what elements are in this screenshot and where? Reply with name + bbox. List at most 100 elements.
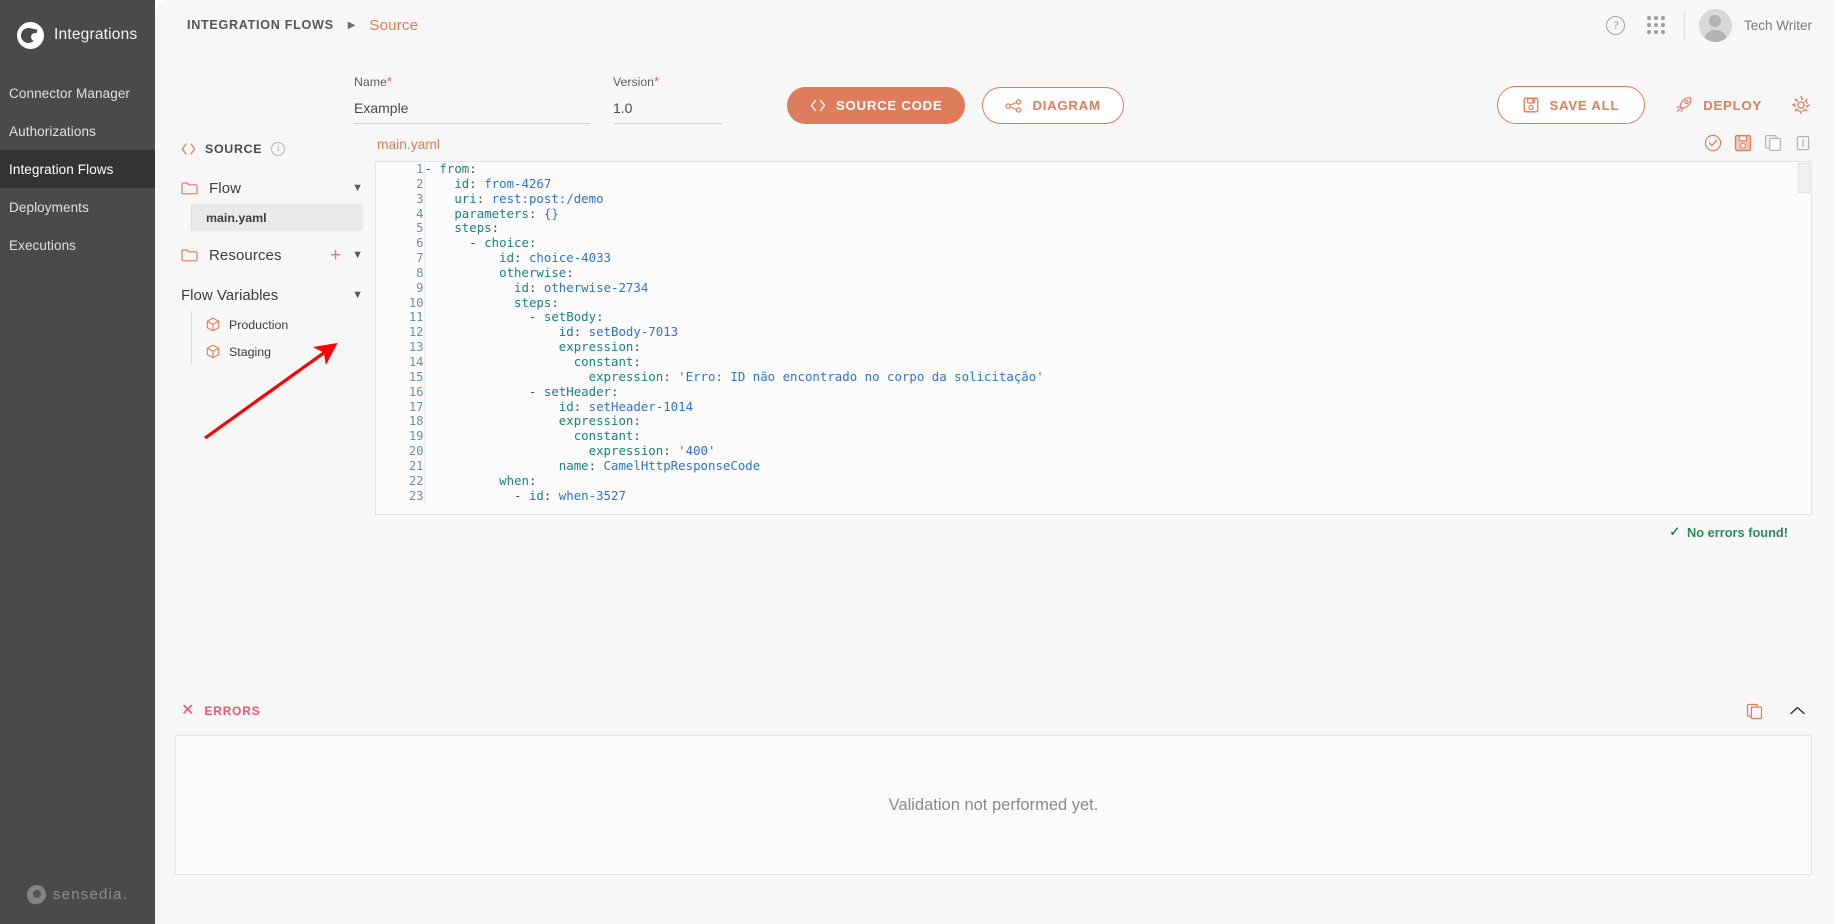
code-scroll-area[interactable]: 1- from: 2 id: from-4267 3 uri: rest:post:… <box>376 162 1811 514</box>
code-line: 14 constant: <box>376 354 1811 370</box>
source-tree-header[interactable]: SOURCE i <box>181 134 363 164</box>
code-line-content[interactable]: id: from-4267 <box>423 176 1811 192</box>
breadcrumb-source[interactable]: Source <box>369 17 418 34</box>
sidebar-item-label: Connector Manager <box>9 85 131 101</box>
add-resource-button[interactable]: + <box>330 246 341 265</box>
sensedia-footer-logo: sensedia. <box>0 883 155 906</box>
integrations-logo-icon <box>17 21 44 49</box>
topbar-divider <box>1683 11 1685 39</box>
chevron-down-icon[interactable]: ▼ <box>352 182 363 194</box>
help-circle-icon: ? <box>1606 15 1626 35</box>
delete-icon[interactable] <box>1794 134 1812 152</box>
line-number: 2 <box>416 176 424 191</box>
sidebar: Integrations Connector Manager Authoriza… <box>0 0 155 924</box>
sidebar-nav: Connector Manager Authorizations Integra… <box>0 74 155 264</box>
code-line: 8 otherwise: <box>376 265 1811 281</box>
info-circle-icon[interactable]: i <box>271 142 286 156</box>
sidebar-item-executions[interactable]: Executions <box>0 226 155 264</box>
validate-check-icon[interactable] <box>1704 134 1722 152</box>
code-line: 22 when: <box>376 473 1811 489</box>
chevron-down-icon[interactable]: ▼ <box>352 289 363 301</box>
sidebar-item-integration-flows[interactable]: Integration Flows <box>0 150 155 188</box>
code-line-content[interactable]: id: choice-4033 <box>423 250 1811 266</box>
code-editor[interactable]: 1- from: 2 id: from-4267 3 uri: rest:post:… <box>375 161 1812 515</box>
rocket-icon <box>1676 97 1692 113</box>
name-input[interactable] <box>354 100 591 124</box>
flow-variable-production[interactable]: Production <box>192 311 363 338</box>
code-line-content[interactable]: id: setHeader-1014 <box>423 399 1811 415</box>
tree-group-flow-variables-label: Flow Variables <box>181 286 279 304</box>
code-line-content[interactable]: name: CamelHttpResponseCode <box>423 458 1811 474</box>
version-label: Version* <box>613 74 723 89</box>
x-icon[interactable]: ✕ <box>181 703 194 719</box>
sidebar-item-deployments[interactable]: Deployments <box>0 188 155 226</box>
code-line-content[interactable]: parameters: {} <box>423 206 1811 222</box>
tab-diagram[interactable]: DIAGRAM <box>982 87 1124 124</box>
code-line-content[interactable]: - setBody: <box>423 310 1811 326</box>
flow-variable-staging[interactable]: Staging <box>192 338 363 365</box>
avatar[interactable] <box>1698 8 1732 42</box>
code-line-content[interactable]: expression: 'Erro: ID não encontrado no … <box>423 369 1811 385</box>
username-label[interactable]: Tech Writer <box>1744 18 1812 33</box>
errors-title: ERRORS <box>204 704 261 718</box>
tree-file-label: main.yaml <box>206 210 267 225</box>
save-all-button[interactable]: SAVE ALL <box>1496 86 1646 124</box>
tree-group-resources-label: Resources <box>209 246 282 264</box>
code-line: 23 - id: when-3527 <box>376 488 1811 504</box>
required-mark: * <box>386 74 392 89</box>
code-line-content[interactable]: constant: <box>423 428 1811 445</box>
code-line-content[interactable]: expression: '400' <box>423 443 1811 459</box>
code-line-content[interactable]: - setHeader: <box>423 384 1811 400</box>
no-errors-label: No errors found! <box>1687 524 1788 540</box>
tree-group-resources[interactable]: Resources + ▼ <box>181 239 363 271</box>
code-line-content[interactable]: constant: <box>423 354 1811 370</box>
editor-vertical-scrollbar[interactable] <box>1798 163 1810 193</box>
code-line-content[interactable]: id: otherwise-2734 <box>423 280 1811 296</box>
tree-group-flow[interactable]: Flow ▼ <box>181 172 363 204</box>
app-grid-button[interactable] <box>1636 5 1676 45</box>
cube-icon <box>206 317 220 332</box>
help-button[interactable]: ? <box>1596 5 1636 45</box>
code-line-content[interactable]: otherwise: <box>423 265 1811 281</box>
code-line-content[interactable]: - from: <box>423 162 1811 177</box>
code-line-content[interactable]: expression: <box>423 339 1811 355</box>
chevron-down-icon[interactable]: ▼ <box>352 249 363 261</box>
code-line: 12 id: setBody-7013 <box>376 324 1811 341</box>
code-line-content[interactable]: expression: <box>423 413 1811 430</box>
code-line-content[interactable]: steps: <box>423 295 1811 311</box>
breadcrumb-integration-flows[interactable]: INTEGRATION FLOWS <box>187 18 334 32</box>
code-line: 4 parameters: {} <box>376 206 1811 222</box>
code-line: 11 - setBody: <box>376 310 1811 326</box>
code-line-content[interactable]: steps: <box>423 220 1811 237</box>
topbar-actions: ? Tech Writer <box>1596 5 1812 45</box>
code-line-content[interactable]: - choice: <box>423 235 1811 252</box>
code-line: 7 id: choice-4033 <box>376 250 1811 266</box>
deploy-button[interactable]: DEPLOY <box>1661 86 1776 124</box>
sidebar-item-authorizations[interactable]: Authorizations <box>0 112 155 150</box>
brand[interactable]: Integrations <box>0 0 155 52</box>
line-number: 10 <box>408 295 424 310</box>
code-brackets-icon <box>181 143 196 155</box>
line-number: 4 <box>416 206 424 221</box>
code-line-content[interactable]: when: <box>423 473 1811 489</box>
tree-file-main-yaml[interactable]: main.yaml <box>192 204 363 231</box>
sidebar-item-label: Executions <box>9 237 77 253</box>
code-line: 19 constant: <box>376 428 1811 445</box>
version-input[interactable] <box>613 100 723 124</box>
copy-icon[interactable] <box>1746 703 1763 720</box>
code-line-content[interactable]: uri: rest:post:/demo <box>423 191 1811 207</box>
tree-group-flow-variables[interactable]: Flow Variables ▼ <box>181 279 363 311</box>
code-line: 6 - choice: <box>376 235 1811 252</box>
line-number: 5 <box>416 221 424 236</box>
save-icon[interactable] <box>1734 134 1752 152</box>
code-line-content[interactable]: - id: when-3527 <box>423 488 1811 504</box>
line-number: 1 <box>416 162 424 176</box>
settings-button[interactable] <box>1790 94 1812 116</box>
tab-source-code[interactable]: SOURCE CODE <box>787 87 966 124</box>
chevron-up-icon[interactable] <box>1789 705 1806 717</box>
code-line-content[interactable]: id: setBody-7013 <box>423 324 1811 341</box>
code-line: 5 steps: <box>376 220 1811 237</box>
copy-icon[interactable] <box>1764 134 1782 152</box>
sidebar-item-connector-manager[interactable]: Connector Manager <box>0 74 155 112</box>
flow-variable-label: Production <box>229 317 289 332</box>
